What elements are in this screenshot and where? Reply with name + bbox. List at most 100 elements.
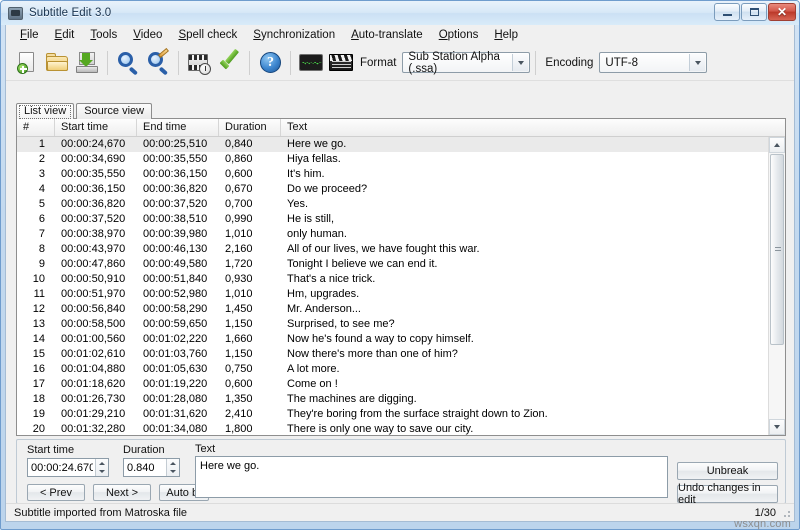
- cell-start-time: 00:00:38,970: [61, 228, 126, 240]
- close-button[interactable]: ✕: [768, 3, 796, 21]
- text-label: Text: [195, 443, 216, 455]
- format-select[interactable]: Sub Station Alpha (.ssa): [402, 50, 531, 75]
- duration-stepper[interactable]: [166, 459, 179, 476]
- table-row[interactable]: 13 00:00:58,500 00:00:59,650 1,150 Surprised…: [17, 317, 768, 332]
- cell-duration: 1,350: [225, 393, 253, 405]
- start-time-step-up[interactable]: [96, 459, 108, 468]
- cell-duration: 0,600: [225, 168, 253, 180]
- next-button[interactable]: Next >: [93, 484, 151, 501]
- open-file-button[interactable]: [42, 48, 72, 78]
- table-row[interactable]: 2 00:00:34,690 00:00:35,550 0,860 Hiya fella…: [17, 152, 768, 167]
- grip-icon: [775, 246, 781, 253]
- table-row[interactable]: 8 00:00:43,970 00:00:46,130 2,160 All of our…: [17, 242, 768, 257]
- table-row[interactable]: 19 00:01:29,210 00:01:31,620 2,410 They're b…: [17, 407, 768, 422]
- sync-timing-icon: [186, 50, 212, 76]
- subtitle-text-input[interactable]: Here we go.: [195, 456, 668, 498]
- format-value: Sub Station Alpha (.ssa): [408, 50, 500, 75]
- table-row[interactable]: 16 00:01:04,880 00:01:05,630 0,750 A lot mor…: [17, 362, 768, 377]
- column-header-start[interactable]: Start time: [55, 119, 137, 136]
- toolbar-separator-1: [107, 50, 108, 75]
- scrollbar-thumb[interactable]: [770, 154, 784, 345]
- column-header-index[interactable]: #: [17, 119, 55, 136]
- scroll-up-button[interactable]: [769, 137, 785, 153]
- maximize-button[interactable]: [741, 3, 767, 21]
- menu-spell-check[interactable]: Spell check: [170, 27, 245, 43]
- table-row[interactable]: 1 00:00:24,670 00:00:25,510 0,840 Here we go…: [17, 137, 768, 152]
- cell-start-time: 00:00:34,690: [61, 153, 126, 165]
- encoding-value: UTF-8: [605, 56, 638, 69]
- cell-index: 3: [38, 168, 45, 180]
- table-row[interactable]: 10 00:00:50,910 00:00:51,840 0,930 That's a …: [17, 272, 768, 287]
- sync-timing-button[interactable]: [184, 48, 214, 78]
- menu-edit[interactable]: Edit: [47, 27, 83, 43]
- cell-start-time: 00:00:43,970: [61, 243, 126, 255]
- start-time-stepper[interactable]: [95, 459, 108, 476]
- cell-start-time: 00:00:24,670: [61, 138, 126, 150]
- duration-step-up[interactable]: [167, 459, 179, 468]
- start-time-input[interactable]: [28, 460, 95, 475]
- replace-button[interactable]: [143, 47, 173, 78]
- column-header-text[interactable]: Text: [281, 119, 785, 136]
- table-row[interactable]: 3 00:00:35,550 00:00:36,150 0,600 It's him.: [17, 167, 768, 182]
- scroll-down-button[interactable]: [769, 419, 785, 435]
- table-row[interactable]: 7 00:00:38,970 00:00:39,980 1,010 only human…: [17, 227, 768, 242]
- encoding-select[interactable]: UTF-8: [599, 52, 708, 73]
- start-time-field[interactable]: [27, 458, 109, 477]
- menu-auto-translate[interactable]: Auto-translate: [343, 27, 431, 43]
- table-row[interactable]: 5 00:00:36,820 00:00:37,520 0,700 Yes.: [17, 197, 768, 212]
- new-file-button[interactable]: [12, 48, 42, 78]
- cell-end-time: 00:00:46,130: [143, 243, 208, 255]
- minimize-button[interactable]: [714, 3, 740, 21]
- cell-duration: 1,150: [225, 318, 253, 330]
- cell-index: 2: [38, 153, 45, 165]
- duration-input[interactable]: [124, 460, 166, 475]
- table-row[interactable]: 6 00:00:37,520 00:00:38,510 0,990 He is stil…: [17, 212, 768, 227]
- menu-options[interactable]: Options: [431, 27, 487, 43]
- menu-video[interactable]: Video: [125, 27, 170, 43]
- subtitle-list-header: # Start time End time Duration Text: [17, 119, 785, 137]
- cell-index: 20: [32, 423, 45, 435]
- prev-button-label: < Prev: [39, 486, 73, 499]
- table-row[interactable]: 17 00:01:18,620 00:01:19,220 0,600 Come on !: [17, 377, 768, 392]
- table-row[interactable]: 12 00:00:56,840 00:00:58,290 1,450 Mr. Ander…: [17, 302, 768, 317]
- tab-list-view[interactable]: List view: [16, 103, 75, 119]
- chevron-down-icon[interactable]: [512, 54, 529, 71]
- menu-synchronization[interactable]: Synchronization: [245, 27, 343, 43]
- duration-field[interactable]: [123, 458, 180, 477]
- table-row[interactable]: 20 00:01:32,280 00:01:34,080 1,800 There is …: [17, 422, 768, 435]
- table-row[interactable]: 4 00:00:36,150 00:00:36,820 0,670 Do we proc…: [17, 182, 768, 197]
- duration-step-down[interactable]: [167, 468, 179, 477]
- start-time-step-down[interactable]: [96, 468, 108, 477]
- chevron-down-icon[interactable]: [689, 54, 706, 71]
- menu-help[interactable]: Help: [486, 27, 526, 43]
- video-button[interactable]: [326, 48, 356, 78]
- tab-source-view[interactable]: Source view: [76, 103, 153, 119]
- save-file-button[interactable]: [72, 48, 102, 78]
- table-row[interactable]: 11 00:00:51,970 00:00:52,980 1,010 Hm, upgra…: [17, 287, 768, 302]
- menu-tools[interactable]: Tools: [82, 27, 125, 43]
- table-row[interactable]: 14 00:01:00,560 00:01:02,220 1,660 Now he's …: [17, 332, 768, 347]
- table-row[interactable]: 9 00:00:47,860 00:00:49,580 1,720 Tonight I …: [17, 257, 768, 272]
- cell-end-time: 00:00:59,650: [143, 318, 208, 330]
- undo-changes-button[interactable]: Undo changes in edit: [677, 482, 778, 506]
- subtitle-list-scrollbar[interactable]: [768, 137, 785, 435]
- watermark: wsxqn.com: [734, 518, 791, 530]
- cell-end-time: 00:00:49,580: [143, 258, 208, 270]
- menu-file[interactable]: File: [12, 27, 47, 43]
- duration-label: Duration: [123, 444, 165, 456]
- prev-button[interactable]: < Prev: [27, 484, 85, 501]
- table-row[interactable]: 15 00:01:02,610 00:01:03,760 1,150 Now there…: [17, 347, 768, 362]
- cell-text: The machines are digging.: [287, 393, 417, 405]
- column-header-duration[interactable]: Duration: [219, 119, 281, 136]
- spell-check-button[interactable]: [214, 48, 244, 78]
- cell-duration: 1,660: [225, 333, 253, 345]
- find-button[interactable]: [113, 48, 143, 78]
- cell-start-time: 00:00:51,970: [61, 288, 126, 300]
- table-row[interactable]: 18 00:01:26,730 00:01:28,080 1,350 The machi…: [17, 392, 768, 407]
- help-button[interactable]: ?: [255, 48, 285, 78]
- unbreak-button[interactable]: Unbreak: [677, 462, 778, 480]
- cell-duration: 1,720: [225, 258, 253, 270]
- video-clapper-icon: [328, 50, 354, 76]
- column-header-end[interactable]: End time: [137, 119, 219, 136]
- waveform-button[interactable]: [296, 48, 326, 78]
